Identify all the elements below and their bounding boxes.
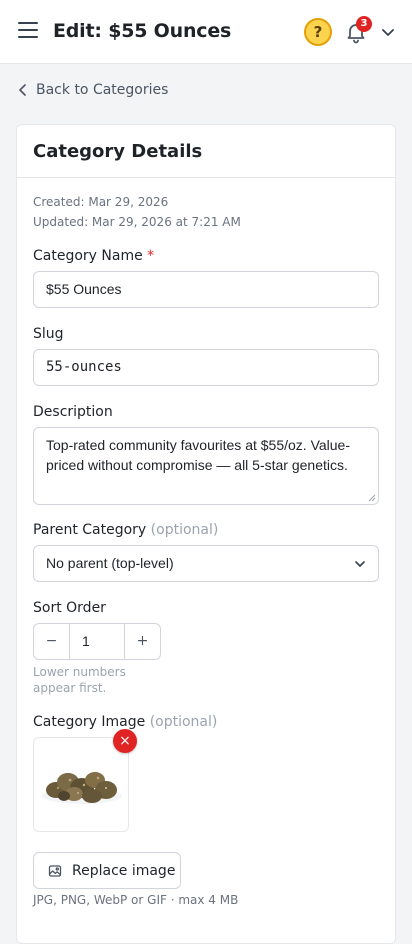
back-to-categories-link[interactable]: Back to Categories bbox=[18, 80, 168, 100]
category-image-thumbnail bbox=[33, 737, 129, 832]
category-name-input[interactable]: $55 Ounces bbox=[33, 271, 379, 308]
parent-category-select[interactable]: No parent (top-level) bbox=[33, 545, 379, 582]
page-title: Edit: $55 Ounces bbox=[53, 20, 232, 42]
optional-tag: (optional) bbox=[149, 714, 218, 730]
chevron-down-icon bbox=[355, 561, 365, 567]
replace-image-label: Replace image bbox=[72, 862, 176, 879]
description-label: Description bbox=[33, 404, 113, 420]
card-title: Category Details bbox=[33, 141, 203, 162]
category-name-label: Category Name * bbox=[33, 248, 154, 264]
card-header: Category Details bbox=[17, 125, 395, 178]
resize-grip-icon[interactable] bbox=[368, 494, 376, 502]
category-image-label-text: Category Image bbox=[33, 714, 146, 730]
sort-order-label: Sort Order bbox=[33, 600, 106, 616]
category-details-card: Category Details Created: Mar 29, 2026 U… bbox=[16, 124, 396, 944]
help-button[interactable]: ? bbox=[304, 18, 332, 46]
category-name-label-text: Category Name bbox=[33, 248, 143, 264]
increment-button[interactable]: + bbox=[124, 624, 160, 659]
sort-order-stepper: − 1 + bbox=[33, 623, 161, 660]
top-bar: Edit: $55 Ounces ? 3 bbox=[0, 0, 412, 64]
description-text: Top-rated community favourites at $55/oz… bbox=[46, 437, 351, 473]
image-icon bbox=[48, 864, 62, 877]
required-mark: * bbox=[147, 248, 155, 264]
notification-badge: 3 bbox=[356, 16, 372, 32]
sort-order-input[interactable]: 1 bbox=[70, 624, 124, 659]
sort-order-hint: Lower numbers appear first. bbox=[33, 665, 126, 695]
updated-date: Updated: Mar 29, 2026 at 7:21 AM bbox=[33, 215, 241, 229]
slug-input[interactable]: 55-ounces bbox=[33, 349, 379, 386]
back-link-label: Back to Categories bbox=[36, 82, 169, 98]
category-image-label: Category Image (optional) bbox=[33, 714, 217, 730]
product-image bbox=[42, 772, 122, 804]
parent-category-label-text: Parent Category bbox=[33, 522, 147, 538]
description-textarea[interactable]: Top-rated community favourites at $55/oz… bbox=[33, 427, 379, 505]
created-date: Created: Mar 29, 2026 bbox=[33, 195, 169, 209]
parent-category-label: Parent Category (optional) bbox=[33, 522, 218, 538]
chevron-left-icon bbox=[19, 84, 26, 96]
image-format-hint: JPG, PNG, WebP or GIF · max 4 MB bbox=[33, 893, 239, 907]
chevron-down-icon[interactable] bbox=[380, 24, 396, 40]
optional-tag: (optional) bbox=[150, 522, 219, 538]
menu-icon[interactable] bbox=[18, 22, 38, 40]
remove-image-button[interactable]: × bbox=[113, 729, 137, 753]
slug-label: Slug bbox=[33, 326, 64, 342]
replace-image-button[interactable]: Replace image bbox=[33, 852, 181, 889]
decrement-button[interactable]: − bbox=[34, 624, 70, 659]
parent-category-value: No parent (top-level) bbox=[46, 555, 174, 571]
